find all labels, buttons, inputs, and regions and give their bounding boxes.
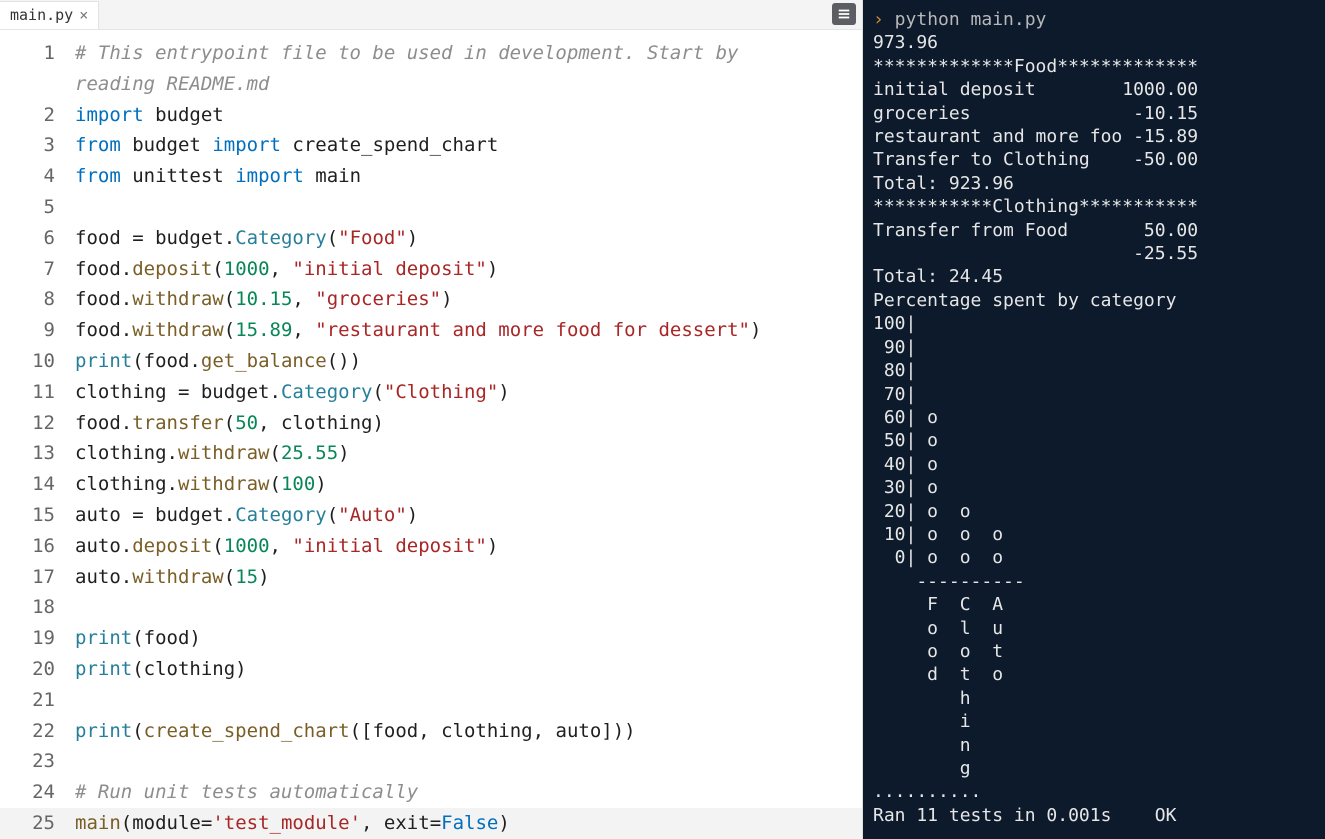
code-line[interactable]: 10print(food.get_balance()) [0, 346, 862, 377]
code-content: food.withdraw(15.89, "restaurant and mor… [75, 315, 862, 346]
code-content: print(clothing) [75, 654, 862, 685]
line-number: 4 [0, 161, 75, 192]
code-content: food.deposit(1000, "initial deposit") [75, 254, 862, 285]
line-number: 21 [0, 685, 75, 716]
code-line[interactable]: 25main(module='test_module', exit=False) [0, 808, 862, 839]
code-content [75, 685, 862, 716]
tab-filename: main.py [10, 6, 73, 24]
code-content: import budget [75, 100, 862, 131]
code-content: # Run unit tests automatically [75, 777, 862, 808]
line-number: 25 [0, 808, 75, 839]
tab-menu-button[interactable] [832, 3, 856, 25]
terminal-output: 973.96 *************Food************* in… [873, 31, 1315, 827]
terminal-pane[interactable]: › python main.py 973.96 *************Foo… [863, 0, 1325, 839]
line-number: 13 [0, 438, 75, 469]
code-content: clothing.withdraw(25.55) [75, 438, 862, 469]
code-line[interactable]: 2import budget [0, 100, 862, 131]
code-line[interactable]: 16auto.deposit(1000, "initial deposit") [0, 531, 862, 562]
code-line[interactable]: 19print(food) [0, 623, 862, 654]
close-icon[interactable]: × [79, 6, 88, 24]
code-line[interactable]: 1# This entrypoint file to be used in de… [0, 38, 862, 69]
code-content [75, 192, 862, 223]
line-number: 1 [0, 38, 75, 69]
code-content: reading README.md [75, 69, 862, 100]
line-number: 14 [0, 469, 75, 500]
code-line[interactable]: 9food.withdraw(15.89, "restaurant and mo… [0, 315, 862, 346]
code-line[interactable]: 13clothing.withdraw(25.55) [0, 438, 862, 469]
code-line[interactable]: 8food.withdraw(10.15, "groceries") [0, 284, 862, 315]
code-content: auto.withdraw(15) [75, 562, 862, 593]
tab-bar: main.py × [0, 0, 862, 30]
line-number: 15 [0, 500, 75, 531]
code-line[interactable]: 5 [0, 192, 862, 223]
line-number: 23 [0, 746, 75, 777]
prompt-caret-icon: › [873, 9, 884, 30]
line-number: 10 [0, 346, 75, 377]
line-number: 2 [0, 100, 75, 131]
file-tab[interactable]: main.py × [0, 1, 99, 29]
editor-pane: main.py × 1# This entrypoint file to be … [0, 0, 863, 839]
code-line[interactable]: 4from unittest import main [0, 161, 862, 192]
code-line[interactable]: 14clothing.withdraw(100) [0, 469, 862, 500]
line-number: 24 [0, 777, 75, 808]
code-line[interactable]: 18 [0, 592, 862, 623]
code-line[interactable]: 17auto.withdraw(15) [0, 562, 862, 593]
code-content: auto.deposit(1000, "initial deposit") [75, 531, 862, 562]
line-number: 16 [0, 531, 75, 562]
line-number: 11 [0, 377, 75, 408]
line-number: 3 [0, 130, 75, 161]
code-content: # This entrypoint file to be used in dev… [75, 38, 862, 69]
code-line[interactable]: 24# Run unit tests automatically [0, 777, 862, 808]
code-line[interactable]: 7food.deposit(1000, "initial deposit") [0, 254, 862, 285]
code-line[interactable]: 12food.transfer(50, clothing) [0, 408, 862, 439]
code-line[interactable]: 6food = budget.Category("Food") [0, 223, 862, 254]
code-content: print(food) [75, 623, 862, 654]
code-content: from unittest import main [75, 161, 862, 192]
line-number: 12 [0, 408, 75, 439]
code-line[interactable]: 20print(clothing) [0, 654, 862, 685]
code-content [75, 746, 862, 777]
code-content: clothing.withdraw(100) [75, 469, 862, 500]
code-content: print(food.get_balance()) [75, 346, 862, 377]
code-line[interactable]: 21 [0, 685, 862, 716]
line-number: 22 [0, 716, 75, 747]
code-line[interactable]: 3from budget import create_spend_chart [0, 130, 862, 161]
code-line[interactable]: 15auto = budget.Category("Auto") [0, 500, 862, 531]
line-number: 9 [0, 315, 75, 346]
code-content [75, 592, 862, 623]
line-number: 6 [0, 223, 75, 254]
code-content: food.transfer(50, clothing) [75, 408, 862, 439]
code-content: print(create_spend_chart([food, clothing… [75, 716, 862, 747]
code-content: auto = budget.Category("Auto") [75, 500, 862, 531]
line-number: 17 [0, 562, 75, 593]
code-line[interactable]: 22print(create_spend_chart([food, clothi… [0, 716, 862, 747]
line-number: 5 [0, 192, 75, 223]
code-content: from budget import create_spend_chart [75, 130, 862, 161]
code-content: clothing = budget.Category("Clothing") [75, 377, 862, 408]
line-number: 20 [0, 654, 75, 685]
code-content: main(module='test_module', exit=False) [75, 808, 862, 839]
line-number [0, 69, 75, 100]
code-line[interactable]: reading README.md [0, 69, 862, 100]
code-line[interactable]: 23 [0, 746, 862, 777]
line-number: 19 [0, 623, 75, 654]
code-line[interactable]: 11clothing = budget.Category("Clothing") [0, 377, 862, 408]
terminal-prompt: › python main.py [873, 8, 1315, 31]
prompt-command: python main.py [884, 9, 1047, 30]
line-number: 8 [0, 284, 75, 315]
line-number: 18 [0, 592, 75, 623]
code-content: food = budget.Category("Food") [75, 223, 862, 254]
menu-icon [837, 7, 851, 21]
code-content: food.withdraw(10.15, "groceries") [75, 284, 862, 315]
line-number: 7 [0, 254, 75, 285]
code-area[interactable]: 1# This entrypoint file to be used in de… [0, 30, 862, 839]
